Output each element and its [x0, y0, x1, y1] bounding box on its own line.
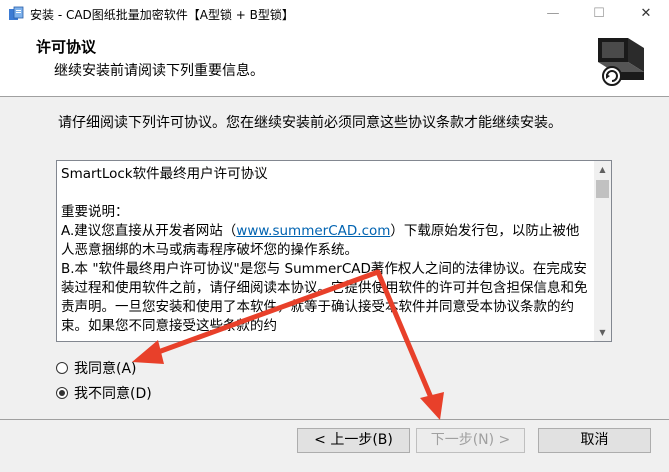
instruction-text: 请仔细阅读下列许可协议。您在继续安装前必须同意这些协议条款才能继续安装。 — [58, 115, 562, 131]
developer-website-link[interactable]: www.summerCAD.com — [236, 223, 390, 239]
title-bar: 安装 - CAD图纸批量加密软件【A型锁 + B型锁】 — ☐ ✕ — [0, 0, 669, 28]
license-clause-b: B.本 "软件最终用户许可协议"是您与 SummerCAD著作权人之间的法律协议… — [61, 261, 588, 334]
scroll-thumb[interactable] — [596, 180, 609, 198]
license-title: SmartLock软件最终用户许可协议 — [61, 166, 268, 182]
scroll-down-arrow-icon[interactable]: ▼ — [594, 324, 611, 341]
accept-label: 我同意(A) — [74, 361, 137, 377]
decline-label: 我不同意(D) — [74, 386, 152, 402]
maximize-button[interactable]: ☐ — [576, 0, 622, 28]
decline-radio-option[interactable]: 我不同意(D) — [56, 383, 152, 403]
license-memo[interactable]: SmartLock软件最终用户许可协议 重要说明： A.建议您直接从开发者网站（… — [56, 160, 612, 342]
minimize-button[interactable]: — — [530, 0, 576, 28]
cancel-button[interactable]: 取消 — [538, 428, 651, 453]
scroll-up-arrow-icon[interactable]: ▲ — [594, 161, 611, 178]
back-button[interactable]: < 上一步(B) — [297, 428, 410, 453]
license-text: SmartLock软件最终用户许可协议 重要说明： A.建议您直接从开发者网站（… — [61, 165, 591, 336]
wizard-header: 许可协议 继续安装前请阅读下列重要信息。 — [0, 28, 669, 96]
page-title: 许可协议 — [36, 38, 97, 56]
close-button[interactable]: ✕ — [623, 0, 669, 28]
accept-radio-option[interactable]: 我同意(A) — [56, 358, 137, 378]
setup-app-icon — [9, 6, 24, 20]
decline-radio[interactable] — [56, 387, 68, 399]
wizard-footer: < 上一步(B) 下一步(N) > 取消 — [0, 420, 669, 472]
license-clause-a-start: A.建议您直接从开发者网站（ — [61, 223, 237, 239]
window-title: 安装 - CAD图纸批量加密软件【A型锁 + B型锁】 — [30, 8, 294, 22]
installer-computer-icon — [592, 28, 656, 92]
page-subtitle: 继续安装前请阅读下列重要信息。 — [54, 63, 264, 79]
accept-radio[interactable] — [56, 362, 68, 374]
wizard-body: 请仔细阅读下列许可协议。您在继续安装前必须同意这些协议条款才能继续安装。 Sma… — [0, 97, 669, 419]
license-important: 重要说明： — [61, 204, 129, 220]
next-button[interactable]: 下一步(N) > — [416, 428, 525, 453]
vertical-scrollbar[interactable]: ▲ ▼ — [594, 161, 611, 341]
